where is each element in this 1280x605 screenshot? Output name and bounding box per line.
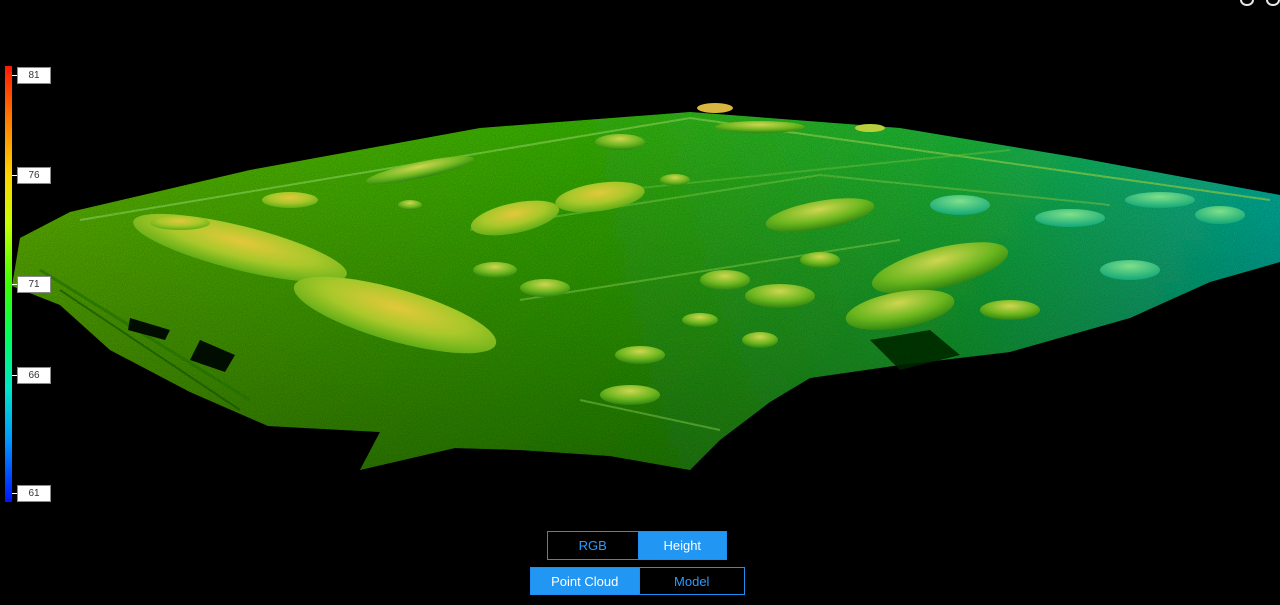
height-legend: 81 76 71 66 61 xyxy=(0,0,60,605)
color-mode-toggle: RGB Height xyxy=(547,531,727,560)
point-cloud-viewer[interactable]: 81 76 71 66 61 RGB Height Point Cloud Mo… xyxy=(0,0,1280,605)
top-right-controls[interactable] xyxy=(1210,0,1280,6)
height-mode-button[interactable]: Height xyxy=(637,532,726,559)
point-cloud-canvas[interactable] xyxy=(0,0,1280,605)
legend-label-min: 61 xyxy=(17,485,51,502)
legend-label-max: 81 xyxy=(17,67,51,84)
model-mode-button[interactable]: Model xyxy=(638,568,744,594)
view-mode-toggle: Point Cloud Model xyxy=(530,567,745,595)
height-color-scale xyxy=(5,66,12,502)
settings-icon[interactable] xyxy=(1240,0,1254,6)
terrain-surface xyxy=(12,112,1280,470)
legend-label: 71 xyxy=(17,276,51,293)
rgb-mode-button[interactable]: RGB xyxy=(548,532,638,559)
legend-label: 76 xyxy=(17,167,51,184)
legend-label: 66 xyxy=(17,367,51,384)
fullscreen-icon[interactable] xyxy=(1266,0,1280,6)
point-cloud-mode-button[interactable]: Point Cloud xyxy=(531,568,639,594)
